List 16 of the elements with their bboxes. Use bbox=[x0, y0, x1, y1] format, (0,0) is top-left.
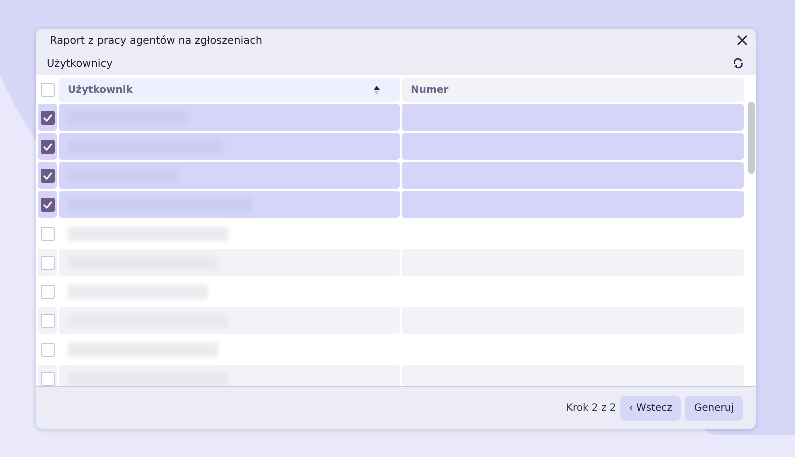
column-header[interactable]: Użytkownik bbox=[59, 78, 400, 102]
row-checkbox[interactable] bbox=[40, 140, 54, 154]
dialog-title: Raport z pracy agentów na zgłoszeniach bbox=[50, 34, 263, 46]
close-icon[interactable] bbox=[737, 35, 748, 46]
select-all-checkbox[interactable] bbox=[40, 83, 54, 97]
column-header[interactable]: Numer bbox=[402, 78, 744, 102]
scrollbar-thumb[interactable] bbox=[748, 102, 755, 174]
step-indicator: Krok 2 z 2 bbox=[566, 402, 616, 414]
refresh-icon[interactable] bbox=[733, 57, 744, 70]
row-checkbox[interactable] bbox=[40, 168, 54, 182]
generate-button[interactable]: Generuj bbox=[685, 396, 743, 420]
back-button[interactable]: ‹ Wstecz bbox=[620, 396, 682, 420]
row-checkbox[interactable] bbox=[40, 110, 54, 124]
section-title: Użytkownicy bbox=[47, 58, 113, 70]
row-checkbox[interactable] bbox=[40, 198, 54, 212]
sort-icon[interactable] bbox=[374, 86, 380, 94]
